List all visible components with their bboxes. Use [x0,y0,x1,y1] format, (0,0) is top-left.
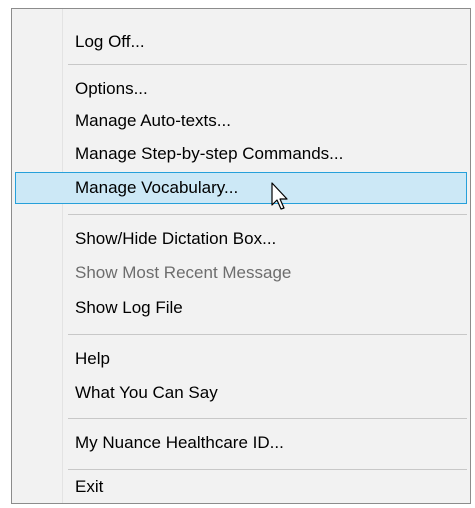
menu-item-label: Help [75,349,110,368]
menu-item-manage-auto-texts[interactable]: Manage Auto-texts... [15,105,467,137]
menu-item-label: Options... [75,79,148,98]
menu-item-what-you-can-say[interactable]: What You Can Say [15,377,467,409]
menu-item-label: Manage Auto-texts... [75,111,231,130]
menu-item-label: Manage Step-by-step Commands... [75,144,344,163]
menu-item-help[interactable]: Help [15,343,467,375]
menu-item-label: Show/Hide Dictation Box... [75,229,277,248]
menu-separator [68,418,467,419]
menu-item-log-off[interactable]: Log Off... [15,26,467,58]
menu-item-label: Show Log File [75,298,183,317]
menu-item-show-hide-dictation-box[interactable]: Show/Hide Dictation Box... [15,223,467,255]
menu-item-label: Log Off... [75,32,145,51]
menu-item-manage-step-by-step-commands[interactable]: Manage Step-by-step Commands... [15,138,467,170]
menu-item-exit[interactable]: Exit [15,472,467,501]
menu-item-label: Show Most Recent Message [75,263,292,282]
menu-item-show-most-recent-message: Show Most Recent Message [15,257,467,289]
mouse-pointer-icon [271,182,288,210]
menu-item-options[interactable]: Options... [15,73,467,105]
menu-separator [68,469,467,470]
menu-separator [68,334,467,335]
context-menu: Log Off... Options... Manage Auto-texts.… [11,8,471,504]
menu-separator [68,214,467,215]
menu-item-label: My Nuance Healthcare ID... [75,433,284,452]
menu-item-show-log-file[interactable]: Show Log File [15,292,467,324]
menu-item-label: Manage Vocabulary... [75,178,239,197]
menu-item-label: What You Can Say [75,383,218,402]
menu-separator [68,64,467,65]
menu-item-manage-vocabulary[interactable]: Manage Vocabulary... [15,172,467,204]
menu-item-my-nuance-healthcare-id[interactable]: My Nuance Healthcare ID... [15,427,467,459]
menu-item-label: Exit [75,476,104,496]
